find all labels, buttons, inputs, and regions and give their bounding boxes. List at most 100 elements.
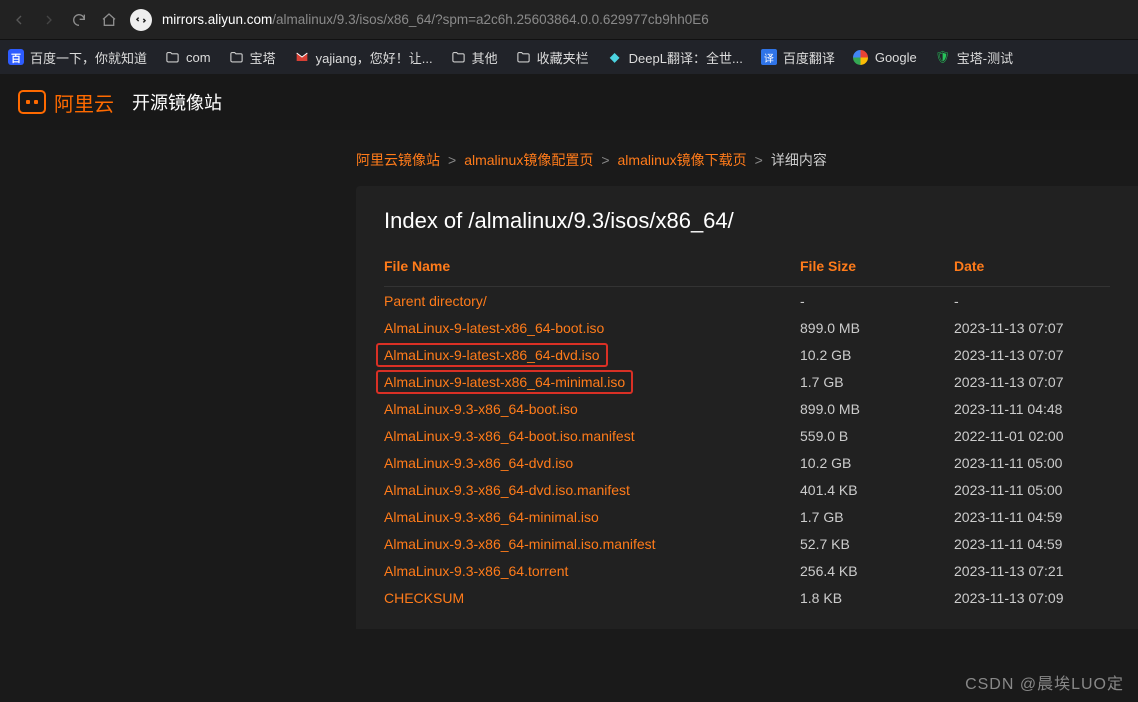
file-table: File Name File Size Date Parent director… xyxy=(384,252,1110,611)
table-row: AlmaLinux-9.3-x86_64-boot.iso 899.0 MB202… xyxy=(384,395,1110,422)
file-link[interactable]: AlmaLinux-9-latest-x86_64-minimal.iso xyxy=(376,370,633,394)
bookmark-label: 其他 xyxy=(472,48,498,67)
table-row: AlmaLinux-9.3-x86_64-dvd.iso.manifest 401… xyxy=(384,476,1110,503)
bookmark-label: 收藏夹栏 xyxy=(537,48,589,67)
home-icon[interactable] xyxy=(100,11,118,29)
file-link[interactable]: AlmaLinux-9-latest-x86_64-boot.iso xyxy=(384,320,604,336)
file-listing-panel: Index of /almalinux/9.3/isos/x86_64/ Fil… xyxy=(356,186,1138,629)
folder-icon xyxy=(516,50,531,65)
index-heading: Index of /almalinux/9.3/isos/x86_64/ xyxy=(384,208,1110,234)
aliyun-logo[interactable]: 阿里云 xyxy=(18,88,114,117)
table-row: Parent directory/ -- xyxy=(384,287,1110,314)
table-row: AlmaLinux-9-latest-x86_64-minimal.iso1.7… xyxy=(384,368,1110,395)
bookmark-label: DeepL翻译：全世... xyxy=(629,48,743,67)
file-date: 2022-11-01 02:00 xyxy=(954,428,1110,444)
file-size: 1.7 GB xyxy=(800,374,954,390)
col-filename: File Name xyxy=(384,258,800,274)
file-size: 10.2 GB xyxy=(800,347,954,363)
file-size: 10.2 GB xyxy=(800,455,954,471)
gmail-icon xyxy=(294,49,310,65)
file-link[interactable]: AlmaLinux-9.3-x86_64-minimal.iso.manifes… xyxy=(384,536,656,552)
folder-icon xyxy=(229,50,244,65)
bookmarks-bar: 百百度一下，你就知道 com 宝塔 yajiang，您好！让... 其他 收藏夹栏 ◆ Dee… xyxy=(0,40,1138,74)
bookmark-item[interactable]: Google xyxy=(853,49,917,65)
bookmark-label: 宝塔-测试 xyxy=(957,48,1013,67)
file-link[interactable]: AlmaLinux-9.3-x86_64-boot.iso.manifest xyxy=(384,428,635,444)
file-size: 1.8 KB xyxy=(800,590,954,606)
breadcrumb-current: 详细内容 xyxy=(771,152,827,168)
file-size: 899.0 MB xyxy=(800,320,954,336)
file-link[interactable]: AlmaLinux-9.3-x86_64-dvd.iso.manifest xyxy=(384,482,630,498)
file-link[interactable]: AlmaLinux-9.3-x86_64.torrent xyxy=(384,563,568,579)
aliyun-logo-icon xyxy=(18,90,46,114)
google-icon xyxy=(853,49,869,65)
file-date: 2023-11-13 07:21 xyxy=(954,563,1110,579)
file-link[interactable]: AlmaLinux-9.3-x86_64-minimal.iso xyxy=(384,509,599,525)
watermark: CSDN @晨埃LUO定 xyxy=(965,670,1124,694)
back-icon[interactable] xyxy=(10,11,28,29)
file-date: - xyxy=(954,293,1110,309)
file-date: 2023-11-13 07:09 xyxy=(954,590,1110,606)
site-info-icon[interactable] xyxy=(130,9,152,31)
table-row: AlmaLinux-9.3-x86_64-dvd.iso10.2 GB2023-… xyxy=(384,449,1110,476)
file-size: 52.7 KB xyxy=(800,536,954,552)
file-date: 2023-11-11 04:59 xyxy=(954,509,1110,525)
breadcrumb-separator: > xyxy=(755,152,763,168)
table-row: AlmaLinux-9-latest-x86_64-dvd.iso10.2 GB… xyxy=(384,341,1110,368)
folder-icon xyxy=(165,50,180,65)
file-link[interactable]: Parent directory/ xyxy=(384,293,487,309)
col-date: Date xyxy=(954,258,1110,274)
bookmark-item[interactable]: 收藏夹栏 xyxy=(516,48,589,67)
bookmark-item[interactable]: 译百度翻译 xyxy=(761,48,835,67)
breadcrumb-link[interactable]: almalinux镜像配置页 xyxy=(464,152,593,168)
bookmark-item[interactable]: ◆ DeepL翻译：全世... xyxy=(607,48,743,67)
baidu-icon: 百 xyxy=(8,49,24,65)
file-size: 401.4 KB xyxy=(800,482,954,498)
col-filesize: File Size xyxy=(800,258,954,274)
file-size: 256.4 KB xyxy=(800,563,954,579)
url-text: mirrors.aliyun.com/almalinux/9.3/isos/x8… xyxy=(162,12,709,27)
bookmark-label: yajiang，您好！让... xyxy=(316,48,433,67)
file-date: 2023-11-11 05:00 xyxy=(954,482,1110,498)
file-date: 2023-11-11 04:59 xyxy=(954,536,1110,552)
deepl-icon: ◆ xyxy=(607,49,623,65)
bookmark-item[interactable]: 🛡 宝塔-测试 xyxy=(935,48,1013,67)
bookmark-item[interactable]: yajiang，您好！让... xyxy=(294,48,433,67)
file-table-header: File Name File Size Date xyxy=(384,252,1110,287)
breadcrumb-separator: > xyxy=(448,152,456,168)
url-bar[interactable]: mirrors.aliyun.com/almalinux/9.3/isos/x8… xyxy=(130,9,1128,31)
bookmark-item[interactable]: 其他 xyxy=(451,48,498,67)
refresh-icon[interactable] xyxy=(70,11,88,29)
browser-address-bar: mirrors.aliyun.com/almalinux/9.3/isos/x8… xyxy=(0,0,1138,40)
table-row: AlmaLinux-9.3-x86_64-minimal.iso1.7 GB20… xyxy=(384,503,1110,530)
file-date: 2023-11-13 07:07 xyxy=(954,374,1110,390)
bookmark-label: 宝塔 xyxy=(250,48,276,67)
file-date: 2023-11-13 07:07 xyxy=(954,320,1110,336)
translate-icon: 译 xyxy=(761,49,777,65)
file-link[interactable]: AlmaLinux-9.3-x86_64-boot.iso xyxy=(384,401,578,417)
breadcrumb: 阿里云镜像站>almalinux镜像配置页>almalinux镜像下载页>详细内… xyxy=(0,130,1138,186)
file-size: 899.0 MB xyxy=(800,401,954,417)
bookmark-label: Google xyxy=(875,50,917,65)
file-link[interactable]: CHECKSUM xyxy=(384,590,464,606)
file-date: 2023-11-11 04:48 xyxy=(954,401,1110,417)
file-size: - xyxy=(800,293,954,309)
bookmark-item[interactable]: 宝塔 xyxy=(229,48,276,67)
bookmark-label: 百度翻译 xyxy=(783,48,835,67)
breadcrumb-link[interactable]: almalinux镜像下载页 xyxy=(618,152,747,168)
bookmark-label: com xyxy=(186,50,211,65)
site-header: 阿里云 开源镜像站 xyxy=(0,74,1138,130)
file-link[interactable]: AlmaLinux-9-latest-x86_64-dvd.iso xyxy=(376,343,608,367)
bookmark-item[interactable]: com xyxy=(165,50,211,65)
table-row: AlmaLinux-9.3-x86_64-minimal.iso.manifes… xyxy=(384,530,1110,557)
file-link[interactable]: AlmaLinux-9.3-x86_64-dvd.iso xyxy=(384,455,573,471)
shield-icon: 🛡 xyxy=(935,49,951,65)
site-title[interactable]: 开源镜像站 xyxy=(132,89,222,115)
breadcrumb-link[interactable]: 阿里云镜像站 xyxy=(356,152,440,168)
table-row: CHECKSUM 1.8 KB2023-11-13 07:09 xyxy=(384,584,1110,611)
forward-icon[interactable] xyxy=(40,11,58,29)
folder-icon xyxy=(451,50,466,65)
bookmark-item[interactable]: 百百度一下，你就知道 xyxy=(8,48,147,67)
bookmark-label: 百度一下，你就知道 xyxy=(30,48,147,67)
table-row: AlmaLinux-9-latest-x86_64-boot.iso 899.0 … xyxy=(384,314,1110,341)
